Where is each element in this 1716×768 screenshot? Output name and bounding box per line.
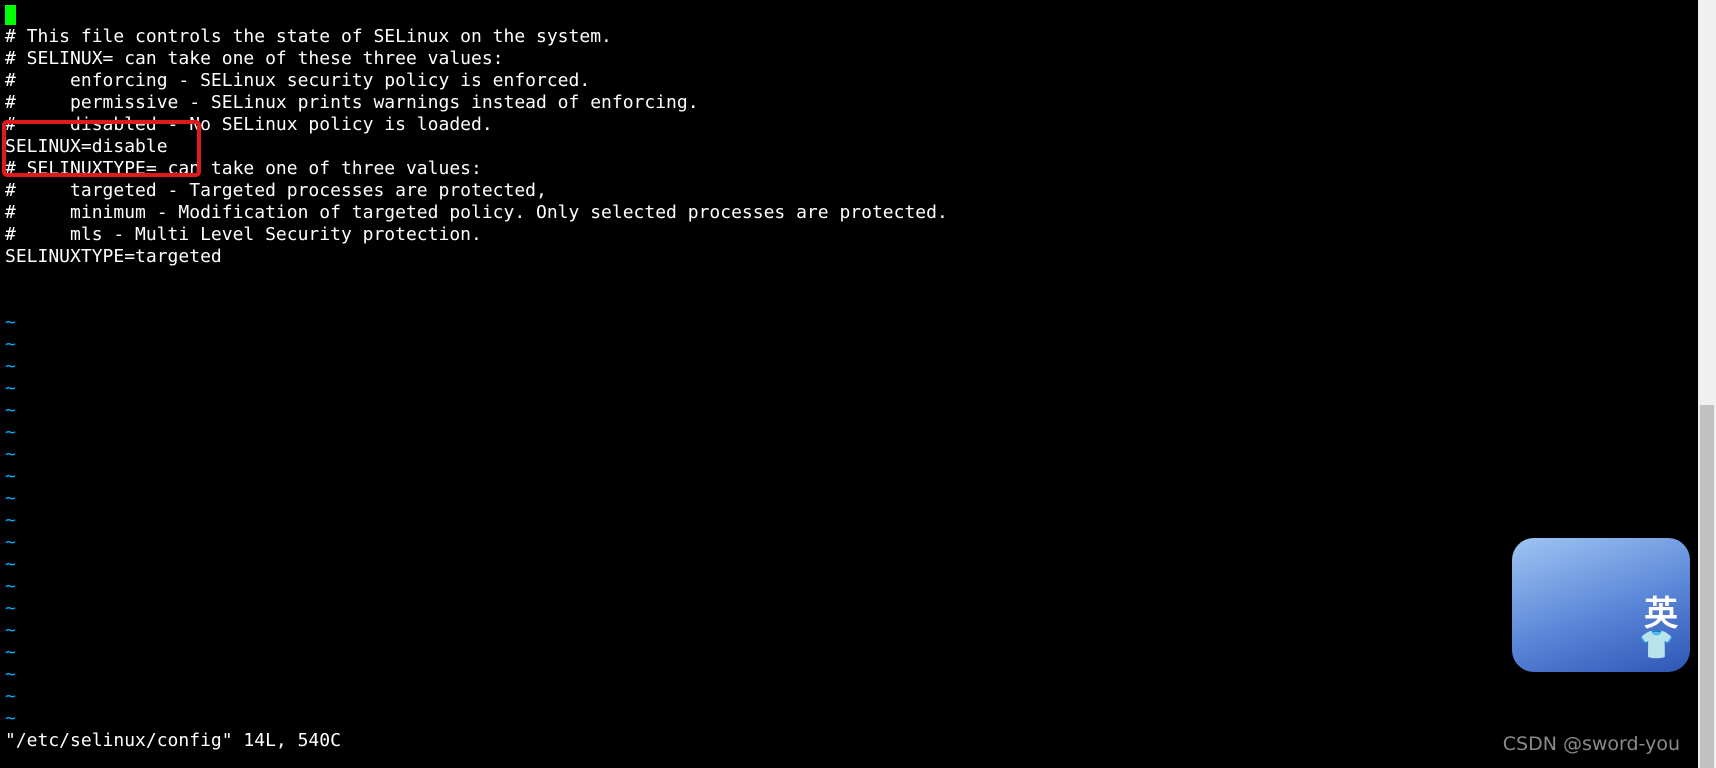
tilde-marker: ~: [5, 422, 16, 443]
tilde-marker: ~: [5, 356, 16, 377]
tilde-marker: ~: [5, 598, 16, 619]
editor-line-3: # enforcing - SELinux security policy is…: [5, 70, 591, 91]
tilde-marker: ~: [5, 554, 16, 575]
editor-line-10: # mls - Multi Level Security protection.: [5, 224, 482, 245]
tilde-marker: ~: [5, 400, 16, 421]
tilde-marker: ~: [5, 576, 16, 597]
editor-line-selinuxtype: SELINUXTYPE=targeted: [5, 246, 222, 267]
ime-floating-widget[interactable]: 英 👕: [1512, 538, 1690, 672]
tilde-marker: ~: [5, 708, 16, 729]
terminal-window[interactable]: # This file controls the state of SELinu…: [0, 0, 1698, 768]
tilde-marker: ~: [5, 312, 16, 333]
text-cursor: [5, 5, 16, 25]
editor-line-2: # SELINUX= can take one of these three v…: [5, 48, 504, 69]
tilde-marker: ~: [5, 334, 16, 355]
tilde-marker: ~: [5, 532, 16, 553]
tilde-marker: ~: [5, 686, 16, 707]
tilde-marker: ~: [5, 488, 16, 509]
editor-line-4: # permissive - SELinux prints warnings i…: [5, 92, 699, 113]
editor-line-1: # This file controls the state of SELinu…: [5, 26, 612, 47]
watermark: CSDN @sword-you: [1502, 733, 1680, 755]
tilde-marker: ~: [5, 444, 16, 465]
vertical-scrollbar[interactable]: [1698, 0, 1716, 768]
status-line: "/etc/selinux/config" 14L, 540C: [5, 730, 341, 751]
tilde-marker: ~: [5, 620, 16, 641]
tilde-marker: ~: [5, 378, 16, 399]
tilde-marker: ~: [5, 510, 16, 531]
tilde-marker: ~: [5, 642, 16, 663]
editor-line-8: # targeted - Targeted processes are prot…: [5, 180, 547, 201]
tilde-marker: ~: [5, 664, 16, 685]
editor-line-9: # minimum - Modification of targeted pol…: [5, 202, 948, 223]
highlight-annotation-box: [2, 120, 201, 177]
tilde-marker: ~: [5, 466, 16, 487]
shirt-icon: 👕: [1639, 630, 1674, 661]
scrollbar-thumb[interactable]: [1700, 405, 1714, 768]
